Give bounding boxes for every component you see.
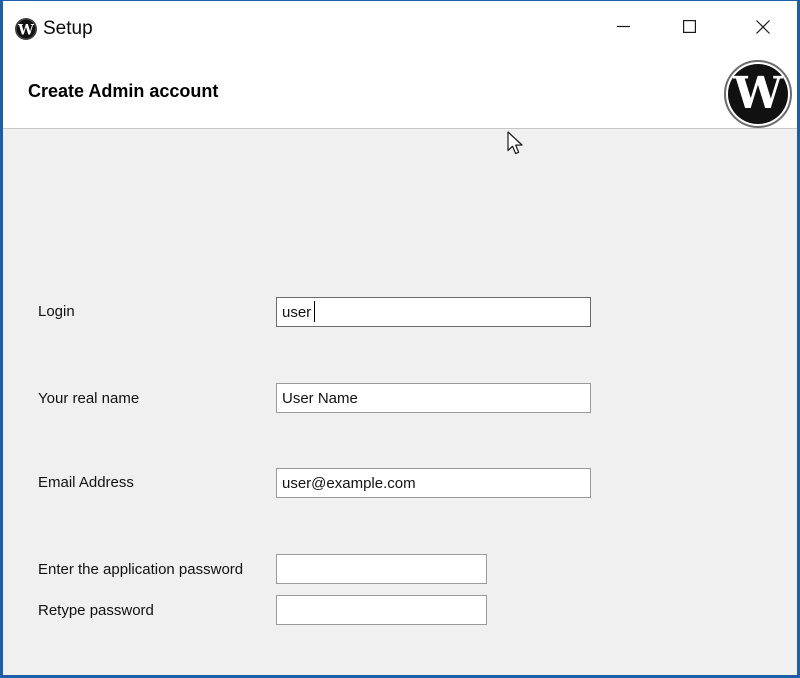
setup-dialog-window: W Setup Create Admin account W Login use… [0, 0, 800, 678]
label-application-password: Enter the application password [38, 561, 244, 578]
label-login: Login [38, 303, 75, 320]
minimize-button[interactable] [600, 8, 646, 50]
retype-password-input[interactable] [276, 595, 487, 625]
wordpress-logo: W [723, 59, 793, 129]
close-icon [740, 20, 786, 34]
login-input[interactable] [276, 297, 591, 327]
label-real-name: Your real name [38, 390, 140, 407]
email-address-input[interactable] [276, 468, 591, 498]
window-title: Setup [43, 18, 93, 39]
wordpress-icon: W [14, 17, 38, 41]
close-button[interactable] [740, 8, 786, 50]
maximize-icon [666, 20, 712, 33]
label-email-address: Email Address [38, 474, 134, 491]
page-title: Create Admin account [28, 81, 219, 101]
maximize-button[interactable] [666, 8, 712, 50]
application-password-input[interactable] [276, 554, 487, 584]
dialog-header: Create Admin account [3, 59, 797, 129]
real-name-input[interactable] [276, 383, 591, 413]
dialog-body: Login Your real name Email Address Enter… [3, 130, 797, 675]
svg-text:W: W [17, 23, 34, 39]
label-retype-password: Retype password [38, 602, 154, 619]
minimize-icon [600, 20, 646, 33]
text-caret [314, 301, 315, 322]
svg-text:W: W [732, 68, 783, 119]
title-bar: W Setup [3, 1, 797, 59]
